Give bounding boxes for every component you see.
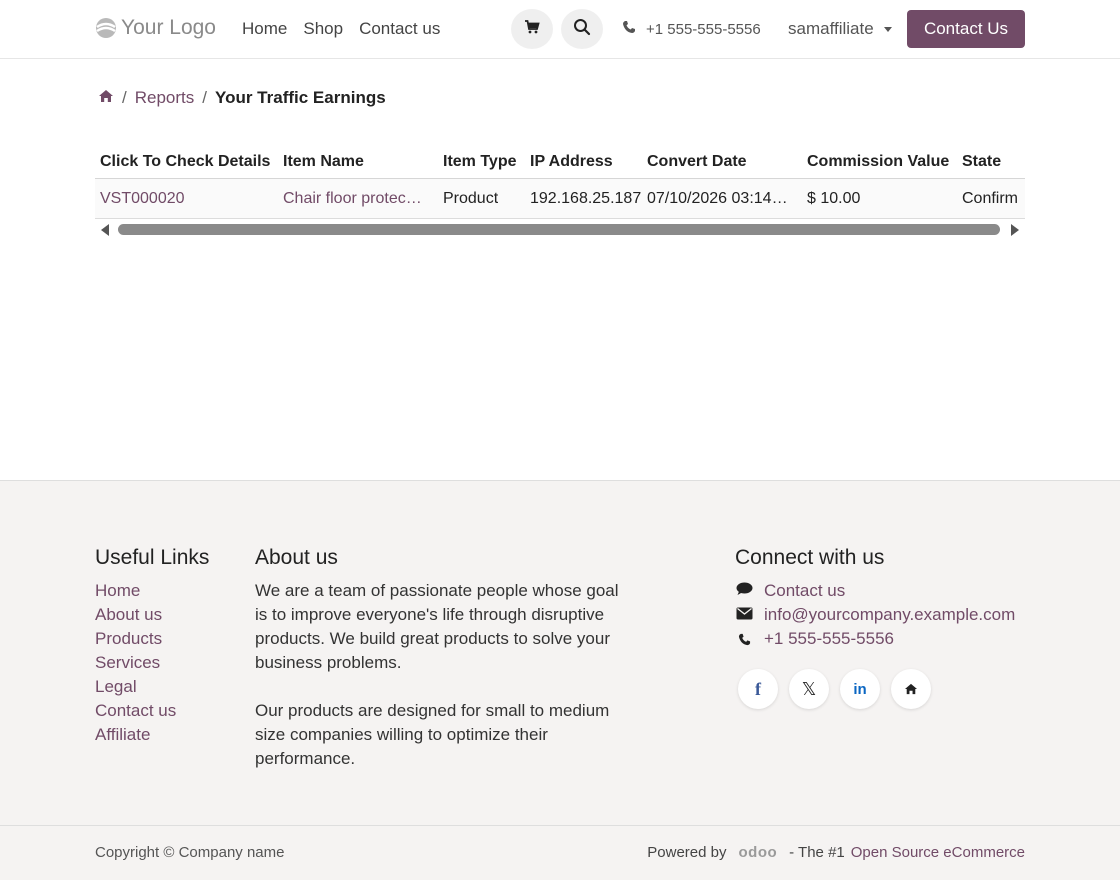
column-header: Click To Check Details — [100, 153, 271, 170]
nav-shop[interactable]: Shop — [303, 19, 343, 39]
connect-list: Contact us info@yourcompany.example.com … — [736, 579, 1015, 651]
footer-link-home[interactable]: Home — [95, 579, 176, 603]
phone-icon — [622, 20, 636, 38]
about-paragraph: We are a team of passionate people whose… — [255, 581, 619, 672]
odoo-logo[interactable]: odoo — [739, 844, 778, 861]
footer-link-products[interactable]: Products — [95, 627, 176, 651]
horizontal-scrollbar[interactable] — [95, 222, 1025, 236]
linkedin-icon[interactable]: in — [840, 669, 880, 709]
footer-link-affiliate[interactable]: Affiliate — [95, 723, 176, 747]
breadcrumb-current: Your Traffic Earnings — [215, 88, 386, 107]
nav-home[interactable]: Home — [242, 19, 287, 39]
footer-link-legal[interactable]: Legal — [95, 675, 176, 699]
comment-icon — [736, 579, 753, 603]
column-header: Commission Value — [807, 153, 950, 170]
column-header: Convert Date — [647, 153, 747, 170]
date-cell: 07/10/2026 03:14… — [647, 190, 788, 207]
home-icon[interactable] — [891, 669, 931, 709]
footer-link-contact[interactable]: Contact us — [95, 699, 176, 723]
user-name: samaffiliate — [788, 19, 874, 38]
footer-link-about[interactable]: About us — [95, 603, 176, 627]
social-links: f 𝕏 in — [738, 669, 931, 709]
logo-text: Your Logo — [121, 16, 216, 39]
logo[interactable]: Your Logo — [95, 16, 216, 40]
search-button[interactable] — [561, 9, 603, 49]
powered-by-label: Powered by — [647, 844, 727, 861]
open-source-ecommerce-link[interactable]: Open Source eCommerce — [851, 844, 1025, 861]
phone-icon — [736, 633, 753, 646]
useful-links-title: Useful Links — [95, 546, 210, 569]
table-row[interactable]: VST000020 Chair floor protec… Product 19… — [95, 179, 1025, 219]
column-header: Item Type — [443, 153, 517, 170]
copyright: Copyright © Company name — [95, 844, 285, 861]
connect-contact[interactable]: Contact us — [736, 579, 1015, 603]
site-header: Your Logo Home Shop Contact us +1 555-55… — [0, 0, 1120, 59]
about-paragraph: Our products are designed for small to m… — [255, 701, 610, 768]
cart-button[interactable] — [511, 9, 553, 49]
search-icon — [573, 18, 591, 41]
caret-down-icon — [883, 26, 892, 32]
connect-email[interactable]: info@yourcompany.example.com — [736, 603, 1015, 627]
column-header: IP Address — [530, 153, 613, 170]
connect-email-label: info@yourcompany.example.com — [764, 605, 1016, 624]
site-footer: Useful Links Home About us Products Serv… — [0, 480, 1120, 880]
ip-cell: 192.168.25.187 — [530, 190, 642, 207]
earnings-table: Click To Check Details Item Name Item Ty… — [95, 148, 1025, 240]
state-cell: Confirm — [962, 190, 1019, 207]
header-phone-number: +1 555-555-5556 — [646, 20, 761, 38]
item-name-link[interactable]: Chair floor protec… — [283, 190, 433, 208]
connect-title: Connect with us — [735, 546, 885, 569]
cart-icon — [524, 19, 540, 40]
main-nav: Home Shop Contact us — [242, 19, 440, 39]
nav-contact[interactable]: Contact us — [359, 19, 440, 39]
breadcrumb-separator: / — [122, 88, 127, 107]
facebook-icon[interactable]: f — [738, 669, 778, 709]
connect-phone-label: +1 555-555-5556 — [764, 629, 894, 648]
home-icon[interactable] — [98, 88, 114, 108]
scroll-left-icon[interactable] — [101, 224, 109, 236]
powered-suffix: - The #1 — [789, 844, 845, 861]
column-header: Item Name — [283, 153, 364, 170]
details-link[interactable]: VST000020 — [100, 190, 185, 208]
table-header: Click To Check Details Item Name Item Ty… — [95, 148, 1025, 179]
useful-links: Home About us Products Services Legal Co… — [95, 579, 176, 747]
column-header: State — [962, 153, 1002, 170]
contact-us-button[interactable]: Contact Us — [907, 10, 1025, 48]
scrollbar-thumb[interactable] — [118, 224, 1000, 235]
envelope-icon — [736, 603, 753, 627]
about-title: About us — [255, 546, 338, 569]
user-menu[interactable]: samaffiliate — [788, 19, 892, 39]
about-text: We are a team of passionate people whose… — [255, 579, 635, 771]
footer-link-services[interactable]: Services — [95, 651, 176, 675]
powered-by: Powered by odoo - The #1 Open Source eCo… — [647, 844, 1025, 861]
commission-cell: $ 10.00 — [807, 190, 861, 207]
scroll-right-icon[interactable] — [1011, 224, 1019, 236]
item-type-cell: Product — [443, 190, 499, 207]
connect-phone[interactable]: +1 555-555-5556 — [736, 627, 1015, 651]
header-phone[interactable]: +1 555-555-5556 — [622, 20, 761, 38]
breadcrumb-separator: / — [202, 88, 207, 107]
footer-divider — [0, 825, 1120, 826]
connect-contact-label: Contact us — [764, 581, 846, 600]
breadcrumb-reports[interactable]: Reports — [135, 88, 195, 108]
x-icon[interactable]: 𝕏 — [789, 669, 829, 709]
breadcrumb: / Reports / Your Traffic Earnings — [98, 88, 386, 108]
logo-icon — [95, 17, 117, 39]
